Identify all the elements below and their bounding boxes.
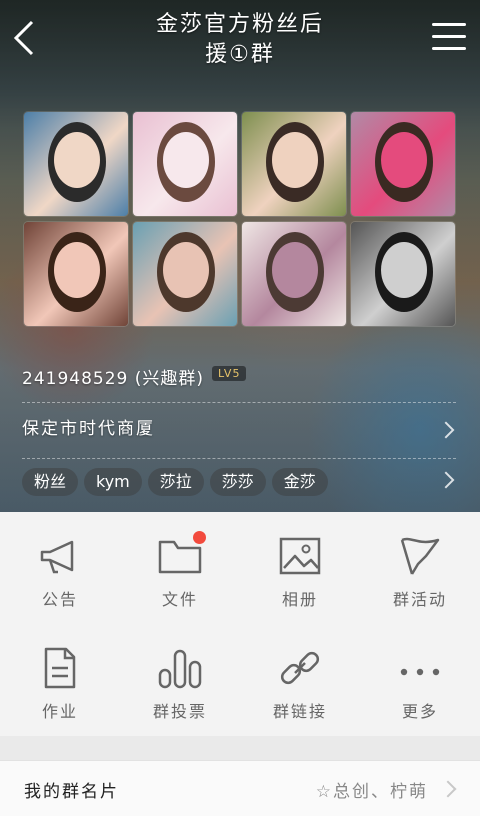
group-id: 241948529 (兴趣群) <box>22 369 205 389</box>
photo-7-thumbnail[interactable] <box>242 222 346 326</box>
photo-5-thumbnail[interactable] <box>24 222 128 326</box>
face-shape <box>163 132 209 188</box>
image-icon <box>279 537 321 575</box>
unread-badge <box>193 531 206 544</box>
hamburger-icon-line <box>432 35 466 38</box>
function-activities[interactable]: 群活动 <box>360 512 480 624</box>
megaphone-icon <box>40 540 74 574</box>
my-group-card-value: ☆总创、柠萌 <box>315 782 428 802</box>
tag[interactable]: 莎拉 <box>147 468 204 496</box>
chevron-right-icon <box>439 780 457 798</box>
document-icon <box>44 647 76 689</box>
more-icon <box>400 668 440 676</box>
function-label: 群链接 <box>272 702 327 721</box>
tag[interactable]: 粉丝 <box>22 468 79 496</box>
face-shape <box>272 132 318 188</box>
function-label: 公告 <box>41 590 78 609</box>
function-label: 更多 <box>401 702 438 721</box>
divider <box>22 402 456 403</box>
photo-6-thumbnail[interactable] <box>133 222 237 326</box>
photo-3-thumbnail[interactable] <box>242 112 346 216</box>
photo-2-thumbnail[interactable] <box>133 112 237 216</box>
tag[interactable]: kym <box>84 468 142 496</box>
function-files[interactable]: 文件 <box>120 512 240 624</box>
group-address[interactable]: 保定市时代商厦 <box>22 414 155 439</box>
group-profile-screen: 金莎官方粉丝后 援①群 241948529 (兴趣群) LV5 保定市时代商厦 … <box>0 0 480 816</box>
function-label: 文件 <box>161 590 198 609</box>
menu-button[interactable] <box>430 20 468 54</box>
photo-1-thumbnail[interactable] <box>24 112 128 216</box>
tag[interactable]: 莎莎 <box>209 468 266 496</box>
photo-4-thumbnail[interactable] <box>351 112 455 216</box>
bar-chart-icon <box>158 649 202 689</box>
function-announcement[interactable]: 公告 <box>0 512 120 624</box>
tag[interactable]: 金莎 <box>271 468 328 496</box>
back-button[interactable] <box>10 18 40 58</box>
back-arrow-icon <box>13 20 34 56</box>
group-tags: 粉丝 kym 莎拉 莎莎 金莎 <box>22 468 334 500</box>
function-label: 作业 <box>41 702 78 721</box>
top-bar: 金莎官方粉丝后 援①群 <box>0 0 480 84</box>
group-level-badge: LV5 <box>212 366 247 381</box>
link-icon <box>280 651 320 685</box>
face-shape <box>381 132 427 188</box>
function-more[interactable]: 更多 <box>360 624 480 736</box>
hamburger-icon-line <box>432 47 466 50</box>
function-grid: 公告 文件 相册 群活动 作业 群投票 群链接 更多 <box>0 512 480 736</box>
function-label: 群投票 <box>152 702 207 721</box>
flag-icon <box>400 537 440 575</box>
face-shape <box>272 242 318 298</box>
face-shape <box>54 132 100 188</box>
hamburger-icon <box>432 23 466 26</box>
divider <box>22 458 456 459</box>
face-shape <box>163 242 209 298</box>
function-homework[interactable]: 作业 <box>0 624 120 736</box>
face-shape <box>381 242 427 298</box>
my-group-card-label: 我的群名片 <box>24 782 119 802</box>
function-album[interactable]: 相册 <box>240 512 360 624</box>
page-title: 金莎官方粉丝后 援①群 <box>120 10 360 70</box>
section-gap <box>0 736 480 760</box>
title-line-2: 援①群 <box>205 42 275 67</box>
photo-8-thumbnail[interactable] <box>351 222 455 326</box>
face-shape <box>54 242 100 298</box>
function-label: 相册 <box>281 590 318 609</box>
function-label: 群活动 <box>392 590 447 609</box>
function-vote[interactable]: 群投票 <box>120 624 240 736</box>
title-line-1: 金莎官方粉丝后 <box>155 12 324 37</box>
group-photo-grid <box>24 112 456 326</box>
function-link[interactable]: 群链接 <box>240 624 360 736</box>
my-group-card-row[interactable]: 我的群名片 ☆总创、柠萌 <box>0 760 480 816</box>
